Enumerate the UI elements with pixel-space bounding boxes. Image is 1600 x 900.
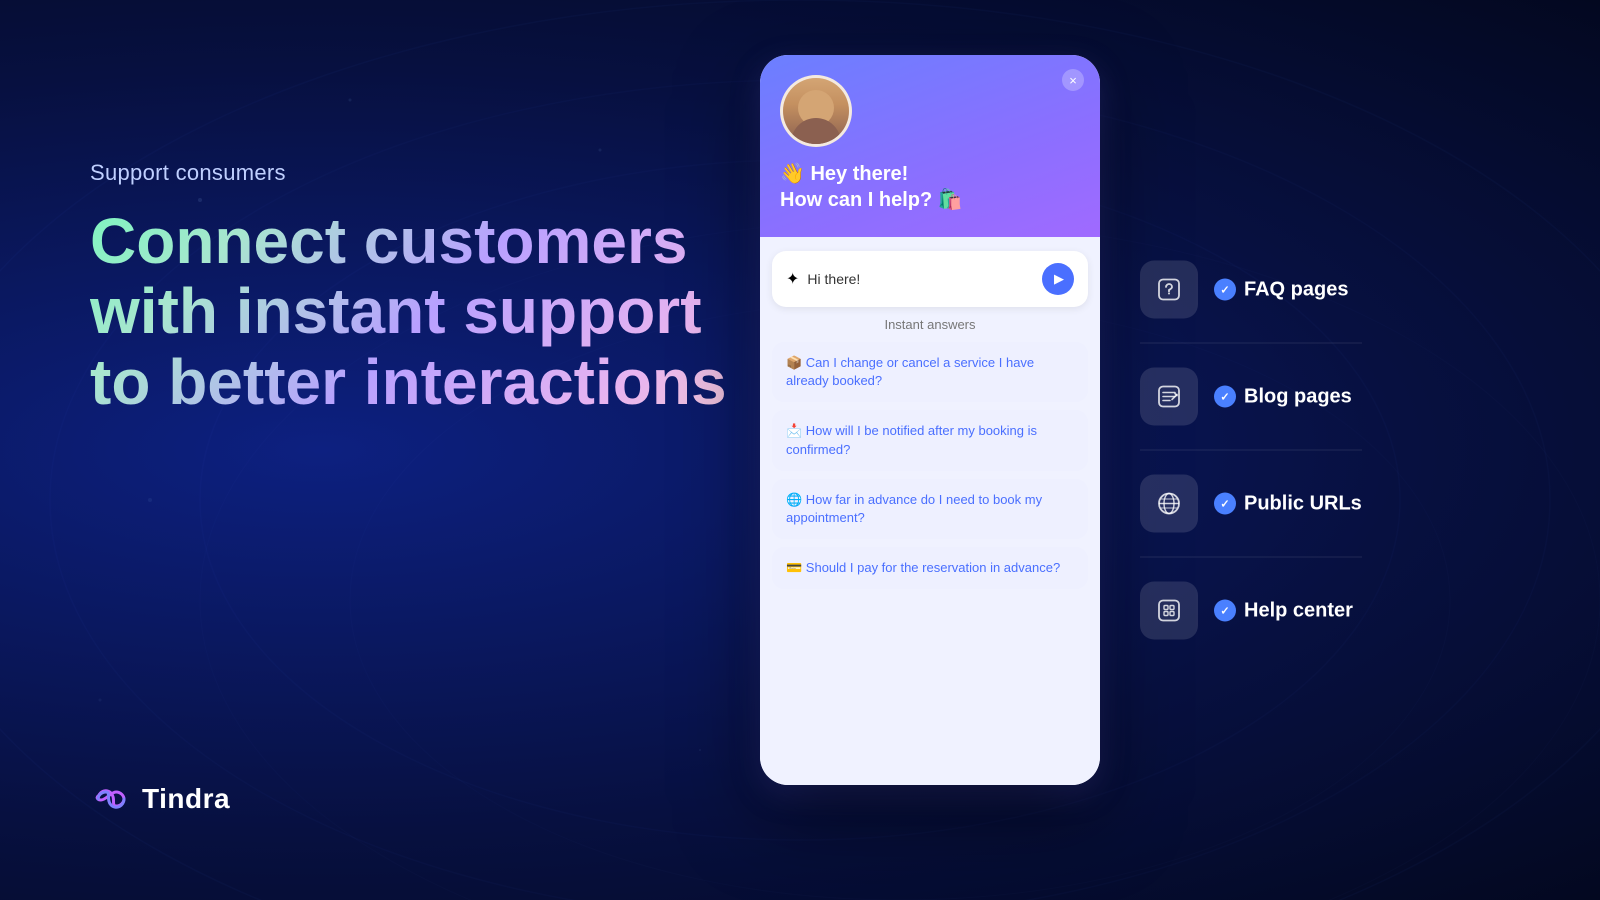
urls-icon-box <box>1140 475 1198 533</box>
right-item-faq: ✓ FAQ pages <box>1140 237 1362 344</box>
blog-check-icon: ✓ <box>1220 390 1229 403</box>
faq-check-icon: ✓ <box>1220 283 1229 296</box>
faq-label-wrap: ✓ FAQ pages <box>1214 278 1348 301</box>
faq-icon <box>1155 276 1183 304</box>
avatar-figure <box>783 78 849 144</box>
urls-label-wrap: ✓ Public URLs <box>1214 492 1362 515</box>
chat-avatar <box>780 75 852 147</box>
faq-check-badge: ✓ <box>1214 279 1236 301</box>
urls-check-badge: ✓ <box>1214 493 1236 515</box>
instant-answers-title: Instant answers <box>772 317 1088 332</box>
urls-check-icon: ✓ <box>1220 497 1229 510</box>
answer-item[interactable]: 💳 Should I pay for the reservation in ad… <box>772 547 1088 589</box>
send-button[interactable]: ▶ <box>1042 263 1074 295</box>
answer-text: 📦 Can I change or cancel a service I hav… <box>786 355 1034 388</box>
help-check-icon: ✓ <box>1220 604 1229 617</box>
support-label: Support consumers <box>90 160 770 186</box>
right-item-blog: ✓ Blog pages <box>1140 344 1362 451</box>
blog-label: Blog pages <box>1244 385 1352 408</box>
left-content: Support consumers Connect customers with… <box>90 160 770 417</box>
chat-body: ✦ Hi there! ▶ Instant answers 📦 Can I ch… <box>760 237 1100 785</box>
answer-item[interactable]: 🌐 How far in advance do I need to book m… <box>772 479 1088 539</box>
urls-label: Public URLs <box>1244 492 1362 515</box>
sparkle-icon: ✦ <box>786 269 799 289</box>
chat-greeting: 👋 Hey there!How can I help? 🛍️ <box>780 161 1080 213</box>
headline: Connect customers with instant support t… <box>90 206 770 417</box>
send-icon: ▶ <box>1054 271 1064 287</box>
answer-item[interactable]: 📩 How will I be notified after my bookin… <box>772 410 1088 470</box>
help-check-badge: ✓ <box>1214 600 1236 622</box>
avatar-body <box>791 118 841 144</box>
chat-widget: × 👋 Hey there!How can I help? 🛍️ ✦ Hi th… <box>760 55 1100 785</box>
faq-icon-box <box>1140 261 1198 319</box>
answer-item[interactable]: 📦 Can I change or cancel a service I hav… <box>772 342 1088 402</box>
answer-text: 📩 How will I be notified after my bookin… <box>786 423 1037 456</box>
blog-check-badge: ✓ <box>1214 386 1236 408</box>
logo-icon <box>90 778 132 820</box>
blog-icon-box <box>1140 368 1198 426</box>
headline-line1: Connect customers <box>90 205 687 277</box>
instant-answers-section: Instant answers 📦 Can I change or cancel… <box>760 317 1100 785</box>
logo-text: Tindra <box>142 783 230 815</box>
chat-input-text[interactable]: Hi there! <box>807 271 860 287</box>
headline-line2: with instant support <box>90 275 702 347</box>
help-icon-box <box>1140 582 1198 640</box>
chat-close-button[interactable]: × <box>1062 69 1084 91</box>
blog-label-wrap: ✓ Blog pages <box>1214 385 1352 408</box>
chat-header: × 👋 Hey there!How can I help? 🛍️ <box>760 55 1100 237</box>
chat-input-area: ✦ Hi there! ▶ <box>772 251 1088 307</box>
right-item-help: ✓ Help center <box>1140 558 1362 664</box>
logo: Tindra <box>90 778 230 820</box>
answer-text: 💳 Should I pay for the reservation in ad… <box>786 560 1060 575</box>
globe-icon <box>1155 490 1183 518</box>
help-label: Help center <box>1244 599 1353 622</box>
answer-text: 🌐 How far in advance do I need to book m… <box>786 492 1042 525</box>
faq-label: FAQ pages <box>1244 278 1348 301</box>
right-items: ✓ FAQ pages ✓ Blog pages <box>1140 237 1362 664</box>
help-center-icon <box>1155 597 1183 625</box>
right-item-urls: ✓ Public URLs <box>1140 451 1362 558</box>
blog-icon <box>1155 383 1183 411</box>
help-label-wrap: ✓ Help center <box>1214 599 1353 622</box>
chat-input-content: ✦ Hi there! <box>786 269 1042 289</box>
headline-line3: to better interactions <box>90 346 727 418</box>
